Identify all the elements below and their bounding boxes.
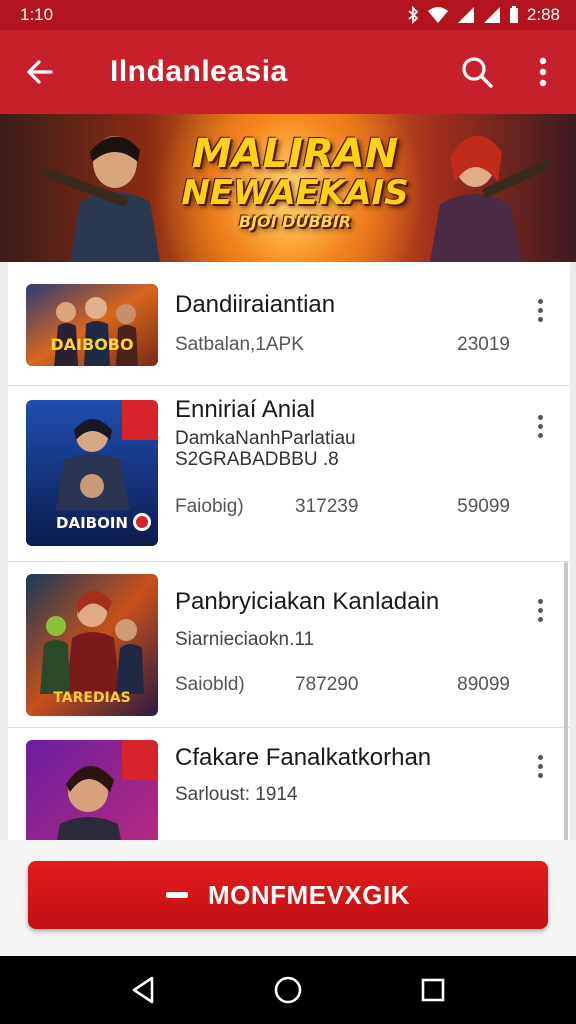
banner-title-line2: NEWAEKAIS <box>181 173 409 213</box>
primary-action-button[interactable]: MONFMEVXGIK <box>28 861 548 929</box>
item-count: 89099 <box>457 674 510 695</box>
bluetooth-icon <box>408 6 419 24</box>
item-thumbnail: TAREDIAS <box>26 574 158 716</box>
game-list: DAIBOBO Dandiiraiantian Satbalan,1APK 23… <box>8 262 570 840</box>
search-icon <box>462 57 493 88</box>
item-more-button[interactable] <box>526 592 554 628</box>
nav-home-button[interactable] <box>258 960 318 1020</box>
search-button[interactable] <box>444 30 510 114</box>
signal-icon-2 <box>483 7 500 23</box>
banner-title: MALIRAN NEWAEKAIS BJOI DUBBIR <box>170 134 420 230</box>
item-title: Dandiiraiantian <box>175 291 336 318</box>
nav-home-icon <box>274 976 302 1004</box>
item-title: Enniriaí Anial <box>175 396 316 423</box>
thumb-label: DAIBOBO <box>50 335 133 354</box>
status-icons: 2:88 <box>407 5 560 25</box>
item-downloads: 317239 <box>295 496 359 517</box>
overflow-menu-button[interactable] <box>510 30 576 114</box>
more-vert-icon <box>537 598 543 604</box>
thumb-label: TAREDIAS <box>53 690 130 706</box>
more-vert-icon <box>537 754 543 760</box>
status-bar: 1:10 2:88 <box>0 0 576 30</box>
list-item[interactable]: TAREDIAS Panbryiciakan Kanladain Siarnie… <box>8 562 570 728</box>
nav-back-button[interactable] <box>113 960 173 1020</box>
item-thumbnail <box>26 740 158 840</box>
nav-back-icon <box>132 976 153 1004</box>
thumb-label: DAIBOIN <box>56 514 128 532</box>
item-meta: Satbalan,1APK <box>175 334 304 355</box>
wifi-icon <box>427 7 448 23</box>
item-meta-2: Saiobld) <box>175 674 245 695</box>
back-arrow-icon <box>27 60 53 84</box>
item-title: Panbryiciakan Kanladain <box>175 588 440 615</box>
page-title: Ilndanleasia <box>110 55 288 88</box>
back-button[interactable] <box>0 30 80 114</box>
item-subtitle-2: S2GRABADBBU .8 <box>175 449 339 470</box>
status-time: 1:10 <box>20 5 54 24</box>
item-more-button[interactable] <box>526 748 554 784</box>
banner-title-line3: BJOI DUBBIR <box>238 212 352 231</box>
banner-title-line1: MALIRAN <box>191 131 399 177</box>
nav-recents-icon <box>422 978 445 1002</box>
item-more-button[interactable] <box>526 408 554 444</box>
signal-icon <box>457 7 474 23</box>
list-item[interactable]: DAIBOBO Dandiiraiantian Satbalan,1APK 23… <box>8 262 570 386</box>
bottom-action-area: MONFMEVXGIK <box>0 840 576 956</box>
banner-hero-right <box>430 135 550 262</box>
status-right-time: 2:88 <box>526 5 560 24</box>
app-bar: Ilndanleasia <box>0 30 576 114</box>
more-vert-icon <box>539 57 547 87</box>
more-vert-icon <box>537 414 543 420</box>
item-meta: Siarnieciaokn.11 <box>175 629 315 650</box>
minus-icon <box>166 892 189 898</box>
list-item[interactable]: Cfakare Fanalkatkorhan Sarloust: 1914 <box>8 728 570 840</box>
item-count: 59099 <box>457 496 510 517</box>
item-more-button[interactable] <box>526 292 554 328</box>
item-subtitle: DamkaNanhParlatiau <box>175 428 356 449</box>
nav-recents-button[interactable] <box>403 960 463 1020</box>
item-downloads: 787290 <box>295 674 359 695</box>
scrollbar[interactable] <box>564 562 568 840</box>
battery-icon <box>509 6 518 23</box>
item-meta: Faiobig) <box>175 496 244 517</box>
item-title: Cfakare Fanalkatkorhan <box>175 744 432 771</box>
item-thumbnail: DAIBOIN <box>26 400 158 546</box>
primary-action-label: MONFMEVXGIK <box>208 879 410 910</box>
system-nav-bar <box>0 956 576 1024</box>
more-vert-icon <box>537 298 543 304</box>
item-count: 23019 <box>457 334 510 355</box>
promo-banner[interactable]: MALIRAN NEWAEKAIS BJOI DUBBIR <box>0 114 576 262</box>
list-item[interactable]: DAIBOIN Enniriaí Anial DamkaNanhParlatia… <box>8 386 570 562</box>
item-thumbnail: DAIBOBO <box>26 284 158 366</box>
item-meta: Sarloust: 1914 <box>175 784 298 805</box>
banner-hero-left <box>41 136 160 262</box>
